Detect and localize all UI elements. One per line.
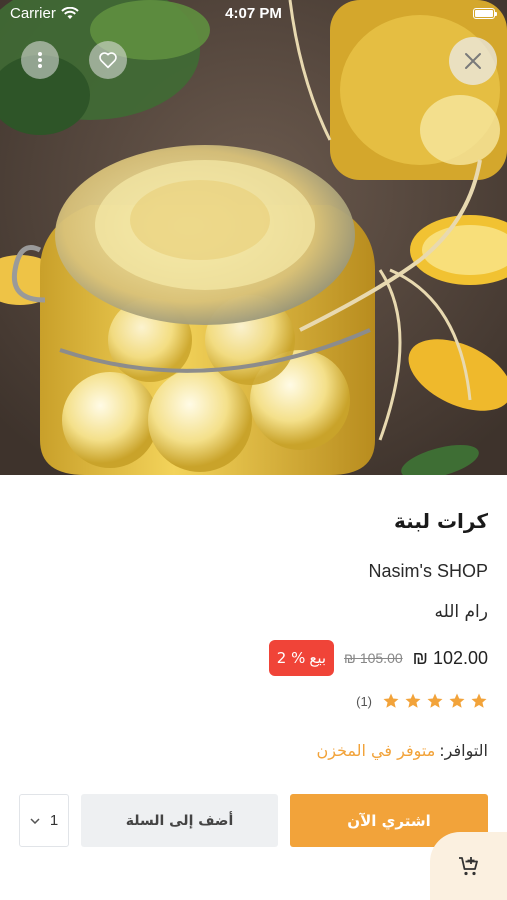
purchase-actions: اشتري الآن أضف إلى السلة 1 — [0, 793, 507, 847]
product-photo — [0, 0, 507, 475]
price-row: ₪ 102.00 ₪ 105.00 بيع 2 % — [268, 640, 488, 676]
availability-label: التوافر: — [439, 741, 488, 760]
product-image — [0, 0, 507, 475]
status-bar: Carrier 4:07 PM — [0, 0, 507, 28]
sale-percent: 2 % — [276, 649, 306, 667]
shop-city: رام الله — [434, 602, 488, 622]
star-icon — [427, 693, 443, 708]
battery-icon — [473, 8, 497, 19]
favorite-button[interactable] — [89, 41, 127, 79]
availability-value: متوفر في المخزن — [316, 741, 436, 760]
availability-row: التوافر: متوفر في المخزن — [316, 741, 488, 760]
product-title: كرات لبنة — [394, 509, 488, 533]
more-vertical-icon — [38, 52, 42, 68]
sale-badge: بيع 2 % — [268, 640, 335, 676]
shop-name[interactable]: Nasim's SHOP — [369, 561, 488, 582]
status-time: 4:07 PM — [225, 5, 282, 22]
quantity-select[interactable]: 1 — [19, 794, 69, 847]
original-price: ₪ 105.00 — [344, 650, 403, 666]
star-icon — [405, 693, 421, 708]
rating-row[interactable]: (1) — [356, 692, 488, 710]
sale-label: بيع — [309, 649, 327, 667]
star-icon — [449, 693, 465, 708]
add-to-cart-button[interactable]: أضف إلى السلة — [81, 794, 278, 847]
heart-icon — [99, 52, 117, 69]
rating-count: (1) — [356, 693, 372, 709]
floating-cart-button[interactable] — [430, 832, 507, 900]
quantity-value: 1 — [49, 812, 59, 829]
star-icon — [471, 693, 487, 708]
add-to-cart-icon — [458, 857, 478, 876]
chevron-down-icon — [30, 817, 40, 824]
more-options-button[interactable] — [21, 41, 59, 79]
close-icon — [465, 53, 481, 69]
product-details: كرات لبنة Nasim's SHOP رام الله ₪ 102.00… — [0, 475, 507, 900]
current-price: ₪ 102.00 — [412, 647, 488, 668]
close-button[interactable] — [449, 37, 497, 85]
star-icon — [383, 693, 399, 708]
